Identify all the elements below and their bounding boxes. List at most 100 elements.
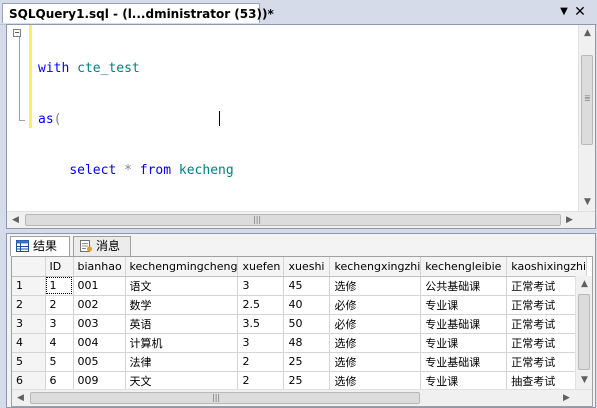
table-cell[interactable]: 语文: [125, 276, 239, 296]
table-cell[interactable]: 专业基础课: [420, 314, 508, 334]
column-header[interactable]: xueshi: [283, 257, 331, 277]
grid-icon: [16, 240, 29, 252]
table-cell[interactable]: 3.5: [237, 314, 285, 334]
table-cell[interactable]: 2.5: [237, 295, 285, 315]
grid-scroll-left-icon[interactable]: ◀: [12, 390, 29, 406]
table-cell[interactable]: 3: [237, 276, 285, 296]
table-row[interactable]: 1 1 001 语文 3 45 选修 公共基础课 正常考试: [12, 276, 588, 296]
code-line-2: as(: [38, 112, 62, 127]
table-cell[interactable]: 45: [283, 276, 331, 296]
table-cell[interactable]: 001: [73, 276, 126, 296]
table-header-row: ID bianhao kechengmingcheng xuefen xuesh…: [12, 257, 588, 277]
table-cell[interactable]: 3: [237, 333, 285, 353]
table-cell[interactable]: 选修: [329, 371, 422, 391]
hscroll-grip-icon: |||: [253, 215, 262, 224]
tab-results[interactable]: 结果: [10, 236, 70, 256]
table-cell[interactable]: 英语: [125, 314, 239, 334]
table-cell[interactable]: 25: [283, 371, 331, 391]
table-row[interactable]: 2 2 002 数学 2.5 40 必修 专业课 正常考试: [12, 295, 588, 315]
messages-icon: [80, 240, 92, 252]
table-cell[interactable]: 002: [73, 295, 126, 315]
table-row[interactable]: 3 3 003 英语 3.5 50 必修 专业基础课 正常考试: [12, 314, 588, 334]
code-area[interactable]: with cte_test as( select * from kecheng …: [38, 26, 234, 228]
outline-fold-end-2: [19, 120, 25, 121]
table-cell[interactable]: 专业课: [420, 371, 508, 391]
table-cell[interactable]: 专业课: [420, 295, 508, 315]
scroll-left-icon[interactable]: ◀: [7, 212, 24, 228]
table-cell[interactable]: 必修: [329, 295, 422, 315]
column-header[interactable]: xuefen: [237, 257, 285, 277]
row-header[interactable]: 4: [12, 333, 46, 353]
table-row[interactable]: 6 6 009 天文 2 25 选修 专业课 抽查考试: [12, 371, 588, 391]
table-cell[interactable]: 2: [45, 295, 74, 315]
tab-messages-label: 消息: [96, 239, 121, 253]
table-cell[interactable]: 选修: [329, 333, 422, 353]
collapse-toggle-icon[interactable]: −: [13, 29, 21, 37]
text-caret: [219, 111, 220, 126]
document-tab-sqlquery1[interactable]: SQLQuery1.sql - (l...dministrator (53))*: [2, 3, 274, 23]
results-table[interactable]: ID bianhao kechengmingcheng xuefen xuesh…: [12, 257, 588, 391]
column-header[interactable]: kechengleibie: [420, 257, 508, 277]
column-header[interactable]: kechengmingcheng: [125, 257, 239, 277]
table-cell[interactable]: 法律: [125, 352, 239, 372]
grid-vertical-scrollbar[interactable]: ▲ ▼: [575, 276, 592, 389]
grid-scroll-down-icon[interactable]: ▼: [576, 372, 592, 389]
table-cell[interactable]: 6: [45, 371, 74, 391]
table-cell[interactable]: 1: [45, 276, 74, 296]
row-header[interactable]: 3: [12, 314, 46, 334]
window-list-dropdown-icon[interactable]: ▼: [556, 3, 572, 21]
table-cell[interactable]: 004: [73, 333, 126, 353]
table-cell[interactable]: 003: [73, 314, 126, 334]
results-grid[interactable]: ID bianhao kechengmingcheng xuefen xuesh…: [11, 256, 593, 407]
table-cell[interactable]: 计算机: [125, 333, 239, 353]
sql-editor[interactable]: − with cte_test as( select * from kechen…: [6, 24, 596, 229]
column-header[interactable]: ID: [45, 257, 74, 277]
editor-hscroll-thumb[interactable]: [25, 214, 561, 226]
table-cell[interactable]: 2: [237, 371, 285, 391]
table-cell[interactable]: 选修: [329, 352, 422, 372]
results-panel: 结果 消息 ID bianhao kechengmingcheng xuefen…: [6, 233, 596, 408]
table-cell[interactable]: 公共基础课: [420, 276, 508, 296]
column-header[interactable]: kaoshixingzhi: [506, 257, 588, 277]
table-row[interactable]: 4 4 004 计算机 3 48 选修 专业课 正常考试: [12, 333, 588, 353]
scroll-down-icon[interactable]: ▼: [579, 194, 595, 211]
table-cell[interactable]: 5: [45, 352, 74, 372]
table-cell[interactable]: 40: [283, 295, 331, 315]
scroll-up-icon[interactable]: ▲: [579, 25, 595, 42]
tab-messages[interactable]: 消息: [73, 236, 131, 256]
table-cell[interactable]: 专业基础课: [420, 352, 508, 372]
table-cell[interactable]: 专业课: [420, 333, 508, 353]
column-header[interactable]: bianhao: [73, 257, 126, 277]
table-cell[interactable]: 天文: [125, 371, 239, 391]
close-tab-icon[interactable]: ✕: [572, 3, 588, 21]
grid-hscroll-thumb[interactable]: [30, 392, 420, 404]
row-header[interactable]: 6: [12, 371, 46, 391]
outline-fold-line: [19, 37, 20, 121]
grid-vscroll-thumb[interactable]: [578, 294, 590, 370]
row-header[interactable]: 1: [12, 276, 46, 296]
row-header-corner[interactable]: [12, 257, 46, 277]
table-cell[interactable]: 数学: [125, 295, 239, 315]
change-marker-bar: [29, 25, 32, 128]
code-line-3: select * from kecheng: [69, 163, 234, 178]
table-cell[interactable]: 005: [73, 352, 126, 372]
grid-scroll-up-icon[interactable]: ▲: [576, 276, 592, 293]
table-cell[interactable]: 4: [45, 333, 74, 353]
editor-horizontal-scrollbar[interactable]: ◀ ||| ▶: [7, 211, 595, 228]
table-cell[interactable]: 2: [237, 352, 285, 372]
row-header[interactable]: 5: [12, 352, 46, 372]
grid-scroll-right-icon[interactable]: ▶: [558, 390, 575, 406]
table-cell[interactable]: 25: [283, 352, 331, 372]
table-row[interactable]: 5 5 005 法律 2 25 选修 专业基础课 正常考试: [12, 352, 588, 372]
scroll-right-icon[interactable]: ▶: [561, 212, 578, 228]
table-cell[interactable]: 选修: [329, 276, 422, 296]
table-cell[interactable]: 48: [283, 333, 331, 353]
grid-horizontal-scrollbar[interactable]: ◀ ||| ▶: [12, 389, 592, 406]
column-header[interactable]: kechengxingzhi: [329, 257, 422, 277]
table-cell[interactable]: 009: [73, 371, 126, 391]
editor-vertical-scrollbar[interactable]: ▲ = = ▼: [578, 25, 595, 211]
table-cell[interactable]: 必修: [329, 314, 422, 334]
table-cell[interactable]: 3: [45, 314, 74, 334]
table-cell[interactable]: 50: [283, 314, 331, 334]
row-header[interactable]: 2: [12, 295, 46, 315]
